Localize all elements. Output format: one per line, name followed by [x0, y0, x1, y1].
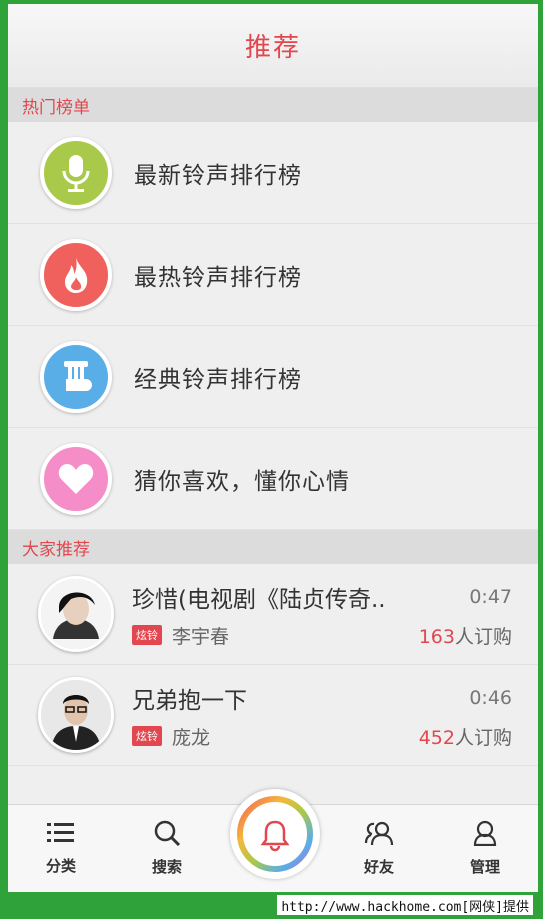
- ringtone-tag: 炫铃: [132, 726, 162, 746]
- list-icon: [47, 821, 75, 849]
- nav-manage[interactable]: 管理: [432, 805, 538, 893]
- singer-name: 李宇春: [172, 625, 230, 648]
- heart-icon: [40, 442, 112, 515]
- app-screen: 推荐 热门榜单 最新铃声排行榜 最热铃声排行榜 经典铃声排行榜 猜你喜欢，懂你心…: [8, 4, 538, 892]
- avatar: [38, 677, 114, 753]
- song-duration: 0:47: [469, 585, 512, 608]
- nav-label: 搜索: [151, 858, 182, 876]
- bell-icon: [237, 796, 313, 872]
- nav-label: 管理: [469, 858, 500, 876]
- friends-icon: [364, 820, 394, 850]
- rank-label: 最新铃声排行榜: [134, 162, 302, 189]
- subscription-count: 163人订购: [418, 625, 512, 648]
- header: 推荐: [8, 4, 538, 88]
- nav-search[interactable]: 搜索: [114, 805, 220, 893]
- rank-item-guess[interactable]: 猜你喜欢，懂你心情: [8, 428, 538, 530]
- rank-item-new[interactable]: 最新铃声排行榜: [8, 122, 538, 224]
- nav-category[interactable]: 分类: [8, 805, 114, 893]
- watermark: http://www.hackhome.com[网侠]提供: [277, 895, 533, 915]
- nav-label: 分类: [45, 857, 76, 875]
- song-title: 珍惜(电视剧《陆贞传奇..: [132, 586, 386, 613]
- flame-icon: [40, 238, 112, 311]
- song-duration: 0:46: [469, 686, 512, 709]
- song-item[interactable]: 兄弟抱一下 0:46 炫铃 庞龙 452人订购: [8, 665, 538, 766]
- microphone-icon: [40, 136, 112, 209]
- rank-label: 猜你喜欢，懂你心情: [134, 468, 350, 495]
- song-title: 兄弟抱一下: [132, 687, 247, 714]
- nav-label: 好友: [363, 858, 394, 876]
- nav-friends[interactable]: 好友: [326, 805, 432, 893]
- avatar: [38, 576, 114, 652]
- search-icon: [153, 820, 181, 850]
- section-header-hot: 热门榜单: [8, 88, 538, 122]
- instrument-icon: [40, 340, 112, 413]
- center-bell-button[interactable]: [230, 789, 320, 879]
- rank-label: 最热铃声排行榜: [134, 264, 302, 291]
- song-item[interactable]: 珍惜(电视剧《陆贞传奇.. 0:47 炫铃 李宇春 163人订购: [8, 564, 538, 665]
- section-header-recommend: 大家推荐: [8, 530, 538, 564]
- rank-item-hot[interactable]: 最热铃声排行榜: [8, 224, 538, 326]
- user-icon: [472, 820, 498, 850]
- subscription-count: 452人订购: [418, 726, 512, 749]
- ringtone-tag: 炫铃: [132, 625, 162, 645]
- bottom-nav: 分类 搜索 好友 管理: [8, 789, 538, 893]
- page-title: 推荐: [244, 33, 301, 63]
- rank-item-classic[interactable]: 经典铃声排行榜: [8, 326, 538, 428]
- rank-label: 经典铃声排行榜: [134, 366, 302, 393]
- singer-name: 庞龙: [172, 726, 211, 749]
